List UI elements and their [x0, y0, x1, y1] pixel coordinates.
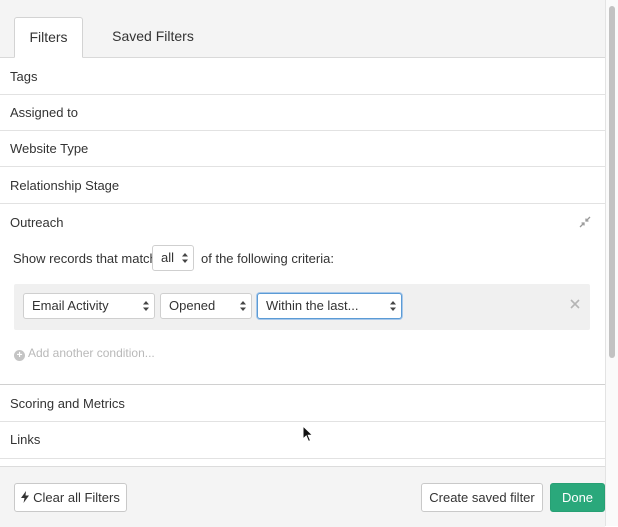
condition-field-select[interactable]: Email Activity: [23, 293, 155, 319]
remove-condition-icon[interactable]: [570, 299, 580, 309]
match-select[interactable]: all: [152, 245, 194, 271]
section-tags[interactable]: Tags: [0, 58, 605, 95]
select-arrows-icon: [182, 253, 188, 263]
select-arrows-icon: [143, 301, 149, 311]
condition-row: Email Activity Opened Within the last...: [14, 284, 590, 330]
clear-all-filters-label: Clear all Filters: [33, 490, 120, 505]
add-condition-link[interactable]: + Add another condition...: [14, 346, 155, 361]
scrollbar[interactable]: [606, 0, 618, 526]
section-title: Tags: [10, 69, 38, 84]
add-condition-label: Add another condition...: [28, 346, 155, 360]
filter-panel: Filters Saved Filters Tags Assigned to W…: [0, 0, 606, 527]
match-select-value: all: [161, 250, 175, 265]
section-title: Assigned to: [10, 105, 78, 120]
clear-all-filters-button[interactable]: Clear all Filters: [14, 483, 127, 512]
condition-operator-value: Opened: [169, 298, 216, 313]
tab-bar: Filters Saved Filters: [0, 0, 605, 58]
select-arrows-icon: [240, 301, 246, 311]
match-suffix-text: of the following criteria:: [201, 251, 334, 266]
tab-saved-filters[interactable]: Saved Filters: [100, 17, 206, 57]
scrollbar-thumb[interactable]: [609, 6, 615, 358]
section-relationship-stage[interactable]: Relationship Stage: [0, 167, 605, 204]
tab-filters[interactable]: Filters: [14, 17, 83, 58]
done-button[interactable]: Done: [550, 483, 605, 512]
section-title: Relationship Stage: [10, 178, 120, 193]
section-title: Links: [10, 432, 41, 447]
lightning-icon: [21, 491, 30, 503]
match-prefix-text: Show records that match: [13, 251, 157, 266]
section-title: Scoring and Metrics: [10, 396, 125, 411]
section-outreach: Outreach Show records that match all of …: [0, 204, 605, 385]
condition-operator-select[interactable]: Opened: [160, 293, 252, 319]
section-scoring-metrics[interactable]: Scoring and Metrics: [0, 385, 605, 422]
condition-range-value: Within the last...: [266, 298, 359, 313]
match-row: Show records that match all of the follo…: [13, 245, 413, 271]
select-arrows-icon: [390, 301, 396, 311]
condition-field-value: Email Activity: [32, 298, 109, 313]
mouse-cursor-icon: [302, 425, 314, 443]
section-assigned-to[interactable]: Assigned to: [0, 95, 605, 131]
section-title: Website Type: [10, 141, 89, 156]
create-saved-filter-button[interactable]: Create saved filter: [421, 483, 543, 512]
plus-circle-icon: +: [14, 350, 25, 361]
collapse-icon[interactable]: [579, 216, 591, 228]
footer-bar: Clear all Filters Create saved filter Do…: [0, 466, 605, 527]
section-title[interactable]: Outreach: [10, 215, 63, 230]
condition-range-select[interactable]: Within the last...: [257, 293, 402, 319]
section-website-type[interactable]: Website Type: [0, 131, 605, 167]
